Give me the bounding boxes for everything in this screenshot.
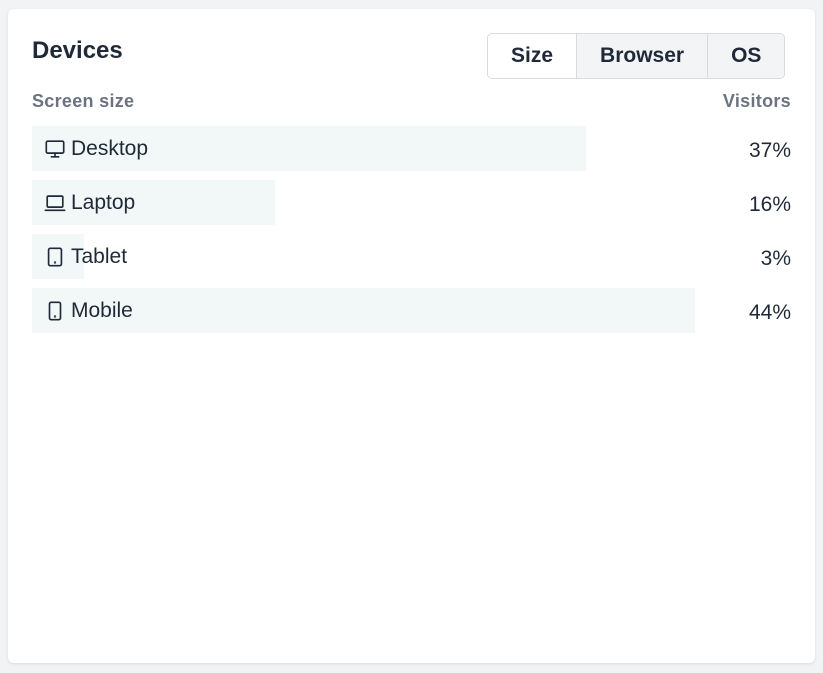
- visitor-percentage: 44%: [748, 301, 791, 324]
- devices-card: Devices Size Browser OS Screen size Visi…: [8, 9, 815, 663]
- list-item-mobile[interactable]: Mobile 44%: [32, 288, 791, 333]
- list-item-tablet[interactable]: Tablet 3%: [32, 234, 791, 279]
- column-header-visitors: Visitors: [722, 91, 791, 111]
- device-label: Mobile: [71, 298, 133, 322]
- column-header-screen-size: Screen size: [32, 91, 135, 111]
- device-label: Laptop: [71, 190, 136, 214]
- tab-group: Size Browser OS: [487, 33, 786, 79]
- card-title: Devices: [32, 37, 123, 64]
- list-item-desktop[interactable]: Desktop 37%: [32, 126, 791, 171]
- row-label-group: Desktop: [44, 126, 148, 171]
- mobile-icon: [44, 300, 66, 322]
- device-list: Desktop 37% Laptop 16% Tablet 3% Mobile …: [32, 126, 791, 342]
- visitor-percentage: 3%: [760, 247, 791, 270]
- row-label-group: Tablet: [44, 234, 127, 279]
- visitor-percentage: 16%: [748, 193, 791, 216]
- desktop-icon: [44, 138, 66, 160]
- list-item-laptop[interactable]: Laptop 16%: [32, 180, 791, 225]
- row-label-group: Laptop: [44, 180, 135, 225]
- laptop-icon: [44, 192, 66, 214]
- device-label: Desktop: [71, 136, 149, 160]
- tab-size[interactable]: Size: [488, 34, 577, 78]
- tab-browser[interactable]: Browser: [576, 34, 708, 78]
- visitor-percentage: 37%: [748, 139, 791, 162]
- device-label: Tablet: [71, 244, 128, 268]
- tablet-icon: [44, 246, 66, 268]
- tab-os[interactable]: OS: [707, 34, 785, 78]
- row-label-group: Mobile: [44, 288, 133, 333]
